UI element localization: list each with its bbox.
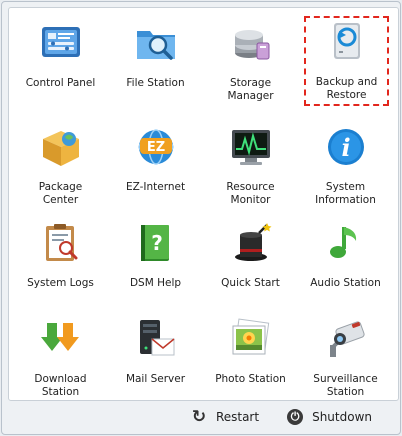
app-label: System Information — [315, 181, 376, 206]
shutdown-button[interactable]: ⏻ Shutdown — [287, 409, 372, 425]
restart-label: Restart — [215, 410, 260, 424]
music-note-icon — [324, 221, 368, 265]
log-clipboard-icon — [39, 221, 83, 265]
app-label: System Logs — [27, 277, 94, 289]
app-mail-server[interactable]: Mail Server — [108, 304, 203, 400]
app-label: Backup and Restore — [315, 76, 378, 101]
svg-text:i: i — [341, 133, 350, 162]
backup-drive-icon — [325, 20, 369, 64]
restart-button[interactable]: ↻ Restart — [191, 407, 260, 427]
main-menu-window: Control Panel File Station Storage Manager B… — [1, 1, 401, 435]
help-book-icon: ? — [134, 221, 178, 265]
security-camera-icon — [324, 317, 368, 361]
app-label: Photo Station — [215, 373, 286, 385]
svg-text:?: ? — [151, 231, 163, 255]
app-grid-panel: Control Panel File Station Storage Manager B… — [8, 7, 399, 401]
folder-search-icon — [134, 21, 178, 65]
shutdown-label: Shutdown — [312, 410, 372, 424]
app-label: Control Panel — [25, 77, 96, 89]
svg-text:EZ: EZ — [146, 140, 164, 155]
app-resource-monitor[interactable]: Resource Monitor — [203, 112, 298, 208]
power-footer: ↻ Restart ⏻ Shutdown — [2, 402, 400, 432]
info-icon: i — [324, 125, 368, 169]
power-icon: ⏻ — [287, 409, 304, 425]
app-quick-start[interactable]: Quick Start — [203, 208, 298, 304]
app-label: Quick Start — [221, 277, 280, 289]
app-grid: Control Panel File Station Storage Manager B… — [9, 8, 393, 400]
app-label: File Station — [126, 77, 185, 89]
app-label: Mail Server — [125, 373, 186, 385]
app-surveillance-station[interactable]: Surveillance Station — [298, 304, 393, 400]
magic-hat-icon — [229, 221, 273, 265]
photo-frame-icon — [229, 317, 273, 361]
app-label: Resource Monitor — [226, 181, 275, 206]
control-panel-icon — [39, 21, 83, 65]
app-file-station[interactable]: File Station — [108, 8, 203, 112]
app-label: DSM Help — [129, 277, 182, 289]
disk-stack-icon — [229, 21, 273, 65]
package-box-icon — [39, 125, 83, 169]
app-storage-manager[interactable]: Storage Manager — [203, 8, 298, 112]
app-label: Download Station — [34, 373, 87, 398]
app-download-station[interactable]: Download Station — [13, 304, 108, 400]
restart-icon: ↻ — [191, 407, 207, 427]
app-label: Storage Manager — [227, 77, 274, 102]
app-system-logs[interactable]: System Logs — [13, 208, 108, 304]
app-label: Surveillance Station — [313, 373, 378, 398]
app-label: Package Center — [38, 181, 83, 206]
mail-server-icon — [134, 317, 178, 361]
ez-globe-icon: EZ — [134, 125, 178, 169]
app-photo-station[interactable]: Photo Station — [203, 304, 298, 400]
app-package-center[interactable]: Package Center — [13, 112, 108, 208]
download-arrows-icon — [39, 317, 83, 361]
app-backup-and-restore[interactable]: Backup and Restore — [304, 16, 389, 106]
app-audio-station[interactable]: Audio Station — [298, 208, 393, 304]
monitor-graph-icon — [229, 125, 273, 169]
app-control-panel[interactable]: Control Panel — [13, 8, 108, 112]
app-dsm-help[interactable]: ? DSM Help — [108, 208, 203, 304]
app-system-information[interactable]: i System Information — [298, 112, 393, 208]
app-ez-internet[interactable]: EZ EZ-Internet — [108, 112, 203, 208]
app-label: Audio Station — [310, 277, 381, 289]
app-label: EZ-Internet — [125, 181, 186, 193]
